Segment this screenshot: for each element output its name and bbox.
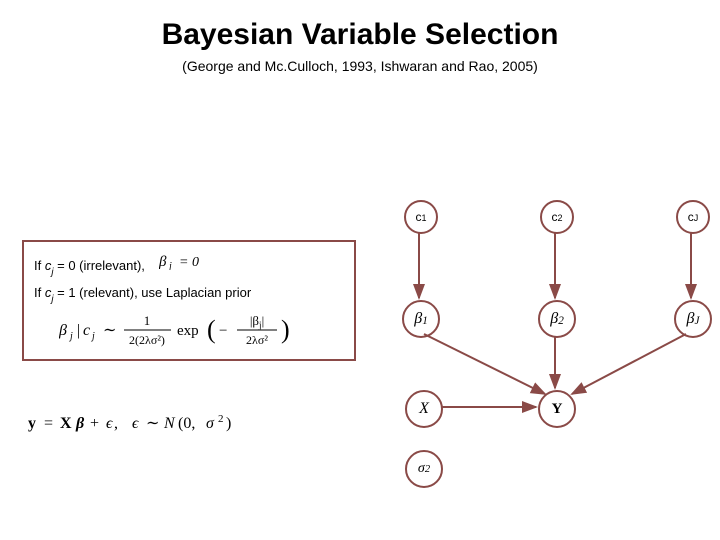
svg-text:= 0: = 0	[179, 255, 199, 270]
svg-text:ϵ: ϵ	[132, 415, 139, 432]
svg-text:1: 1	[144, 313, 151, 328]
node-beta2: β2	[538, 300, 576, 338]
citation-subtitle: (George and Mc.Culloch, 1993, Ishwaran a…	[0, 58, 720, 74]
svg-text:): )	[281, 315, 290, 344]
svg-text:y: y	[28, 415, 36, 432]
svg-text:β: β	[159, 254, 167, 270]
node-cJ: cJ	[676, 200, 710, 234]
svg-text:β: β	[59, 322, 67, 339]
svg-text:2(2λσ²): 2(2λσ²)	[129, 333, 165, 347]
svg-text:|βj|: |βj|	[250, 313, 264, 330]
beta-zero-eq: β j = 0	[159, 258, 219, 273]
node-c2: c2	[540, 200, 574, 234]
rule-irrelevant: If cj = 0 (irrelevant), β j = 0	[34, 252, 344, 277]
node-beta1: β1	[402, 300, 440, 338]
svg-text:j: j	[167, 261, 172, 270]
svg-text:+: +	[90, 415, 99, 432]
node-sigma2: σ2	[405, 450, 443, 488]
svg-text:∼: ∼	[146, 415, 159, 432]
laplacian-formula: β j | c j ∼ 1 2(2λσ²) exp ( − |βj| 2λσ² …	[34, 311, 344, 351]
svg-text:): )	[226, 415, 231, 432]
svg-text:j: j	[90, 331, 95, 342]
model-equation: y = X β + ϵ , ϵ ∼ N (0, σ 2 )	[28, 410, 258, 441]
svg-text:N: N	[163, 415, 176, 432]
svg-text:σ: σ	[206, 415, 215, 432]
svg-text:=: =	[44, 415, 53, 432]
svg-text:c: c	[83, 322, 90, 339]
rule-relevant: If cj = 1 (relevant), use Laplacian prio…	[34, 285, 344, 304]
svg-text:−: −	[219, 323, 227, 339]
svg-text:,: ,	[114, 415, 118, 432]
svg-text:|: |	[77, 322, 80, 339]
prior-rules-box: If cj = 0 (irrelevant), β j = 0 If cj = …	[22, 240, 356, 361]
svg-text:j: j	[68, 331, 73, 342]
svg-text:2λσ²: 2λσ²	[246, 333, 268, 347]
node-Y: Y	[538, 390, 576, 428]
node-X: X	[405, 390, 443, 428]
svg-text:X: X	[60, 415, 72, 432]
svg-text:2: 2	[218, 413, 224, 425]
svg-text:∼: ∼	[103, 322, 116, 339]
page-title: Bayesian Variable Selection	[0, 18, 720, 52]
svg-text:ϵ: ϵ	[106, 415, 113, 432]
svg-text:(: (	[207, 315, 216, 344]
svg-text:exp: exp	[177, 323, 199, 339]
node-betaJ: βJ	[674, 300, 712, 338]
node-c1: c1	[404, 200, 438, 234]
svg-text:β: β	[75, 415, 85, 432]
svg-text:(0,: (0,	[178, 415, 195, 432]
